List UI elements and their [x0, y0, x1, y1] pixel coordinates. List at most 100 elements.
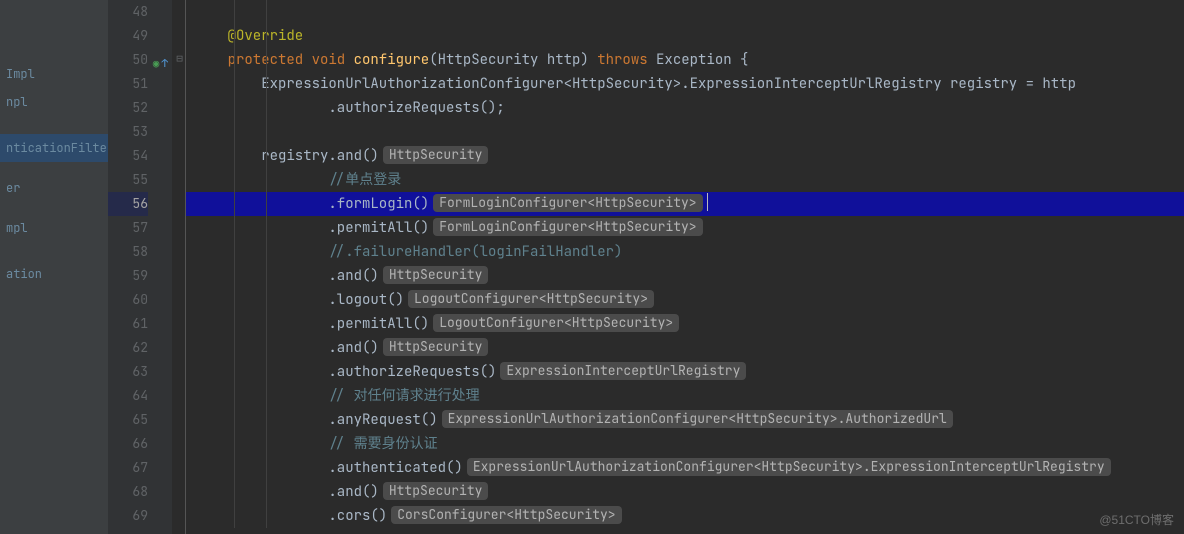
indent-guide [266, 456, 267, 480]
structure-sidebar: Implnpl nticationFilter er mpl ation [0, 0, 108, 534]
line-number: 55 [108, 168, 148, 192]
code-token: .permitAll() [194, 315, 429, 333]
indent-guide [234, 72, 235, 96]
indent-guide [234, 480, 235, 504]
line-number: 59 [108, 264, 148, 288]
code-token: .and() [194, 267, 379, 285]
code-line[interactable]: .permitAll()FormLoginConfigurer<HttpSecu… [186, 216, 1184, 240]
code-token: ExpressionUrlAuthorizationConfigurer<Htt… [194, 75, 1076, 93]
type-hint: LogoutConfigurer<HttpSecurity> [408, 290, 654, 308]
code-token: // 需要身份认证 [328, 435, 437, 453]
code-line[interactable]: .anyRequest()ExpressionUrlAuthorizationC… [186, 408, 1184, 432]
indent-guide [266, 360, 267, 384]
sidebar-item[interactable]: Impl [0, 60, 108, 88]
indent-guide [234, 408, 235, 432]
type-hint: CorsConfigurer<HttpSecurity> [391, 506, 621, 524]
indent-guide [266, 480, 267, 504]
indent-guide [234, 240, 235, 264]
watermark: @51CTO博客 [1099, 511, 1174, 528]
code-line[interactable]: registry.and()HttpSecurity [186, 144, 1184, 168]
type-hint: HttpSecurity [383, 338, 489, 356]
code-line[interactable]: .authorizeRequests(); [186, 96, 1184, 120]
sidebar-item[interactable]: ation [0, 260, 108, 288]
type-hint: ExpressionUrlAuthorizationConfigurer<Htt… [467, 458, 1111, 476]
indent-guide [234, 504, 235, 528]
indent-guide [234, 264, 235, 288]
type-hint: LogoutConfigurer<HttpSecurity> [433, 314, 679, 332]
indent-guide [234, 144, 235, 168]
code-token: .authorizeRequests() [194, 363, 496, 381]
code-token: // 对任何请求进行处理 [328, 387, 479, 405]
code-line[interactable]: ExpressionUrlAuthorizationConfigurer<Htt… [186, 72, 1184, 96]
code-line[interactable]: //单点登录 [186, 168, 1184, 192]
indent-guide [266, 0, 267, 24]
caret [707, 193, 708, 211]
type-hint: HttpSecurity [383, 482, 489, 500]
code-token [194, 171, 328, 189]
code-token: registry.and() [194, 147, 379, 165]
code-editor[interactable]: @Override protected void configure(HttpS… [186, 0, 1184, 534]
line-number: 48 [108, 0, 148, 24]
code-line[interactable]: .permitAll()LogoutConfigurer<HttpSecurit… [186, 312, 1184, 336]
code-token [194, 243, 328, 261]
line-number: 66 [108, 432, 148, 456]
code-line[interactable]: // 需要身份认证 [186, 432, 1184, 456]
code-line[interactable]: .logout()LogoutConfigurer<HttpSecurity> [186, 288, 1184, 312]
code-line[interactable]: .cors()CorsConfigurer<HttpSecurity> [186, 504, 1184, 528]
indent-guide [266, 408, 267, 432]
code-line[interactable]: .authenticated()ExpressionUrlAuthorizati… [186, 456, 1184, 480]
override-gutter-icon[interactable]: ◉ [153, 52, 160, 76]
indent-guide [234, 312, 235, 336]
indent-guide [234, 288, 235, 312]
indent-guide [234, 120, 235, 144]
code-line[interactable]: .and()HttpSecurity [186, 264, 1184, 288]
indent-guide [234, 96, 235, 120]
indent-guide [234, 24, 235, 48]
sidebar-item[interactable]: mpl [0, 214, 108, 242]
line-number: 53 [108, 120, 148, 144]
code-line[interactable]: @Override [186, 24, 1184, 48]
line-number: 67 [108, 456, 148, 480]
code-token: .cors() [194, 507, 387, 525]
indent-guide [234, 456, 235, 480]
line-number: 54 [108, 144, 148, 168]
sidebar-item[interactable]: er [0, 174, 108, 202]
code-token: throws [597, 51, 656, 69]
code-line[interactable]: //.failureHandler(loginFailHandler) [186, 240, 1184, 264]
indent-guide [266, 504, 267, 528]
indent-guide [266, 192, 267, 216]
indent-guide [266, 240, 267, 264]
code-line[interactable] [186, 120, 1184, 144]
line-number: 61 [108, 312, 148, 336]
indent-guide [234, 336, 235, 360]
indent-guide [266, 24, 267, 48]
code-line[interactable]: .and()HttpSecurity [186, 480, 1184, 504]
code-line[interactable]: // 对任何请求进行处理 [186, 384, 1184, 408]
code-token: //单点登录 [328, 171, 401, 189]
sidebar-item[interactable]: npl [0, 88, 108, 116]
code-token [194, 387, 328, 405]
code-line[interactable]: protected void configure(HttpSecurity ht… [186, 48, 1184, 72]
indent-guide [266, 384, 267, 408]
code-line[interactable]: .formLogin()FormLoginConfigurer<HttpSecu… [186, 192, 1184, 216]
code-line[interactable]: .authorizeRequests()ExpressionInterceptU… [186, 360, 1184, 384]
indent-guide [266, 312, 267, 336]
indent-guide [234, 360, 235, 384]
code-token: (HttpSecurity http) [429, 51, 597, 69]
code-token: .formLogin() [194, 195, 429, 213]
indent-guide [266, 336, 267, 360]
code-line[interactable] [186, 0, 1184, 24]
line-number: 52 [108, 96, 148, 120]
line-number: 57 [108, 216, 148, 240]
line-number-gutter: 484950◉↑51525354555657585960616263646566… [108, 0, 172, 534]
indent-guide [266, 216, 267, 240]
line-number: 64 [108, 384, 148, 408]
line-number: 50◉↑ [108, 48, 148, 72]
code-line[interactable]: .and()HttpSecurity [186, 336, 1184, 360]
implements-gutter-icon[interactable]: ↑ [161, 52, 168, 76]
indent-guide [266, 48, 267, 72]
fold-handle[interactable]: ⊟ [174, 54, 185, 65]
code-token [194, 435, 328, 453]
sidebar-item[interactable]: nticationFilter [0, 134, 108, 162]
type-hint: ExpressionInterceptUrlRegistry [500, 362, 746, 380]
